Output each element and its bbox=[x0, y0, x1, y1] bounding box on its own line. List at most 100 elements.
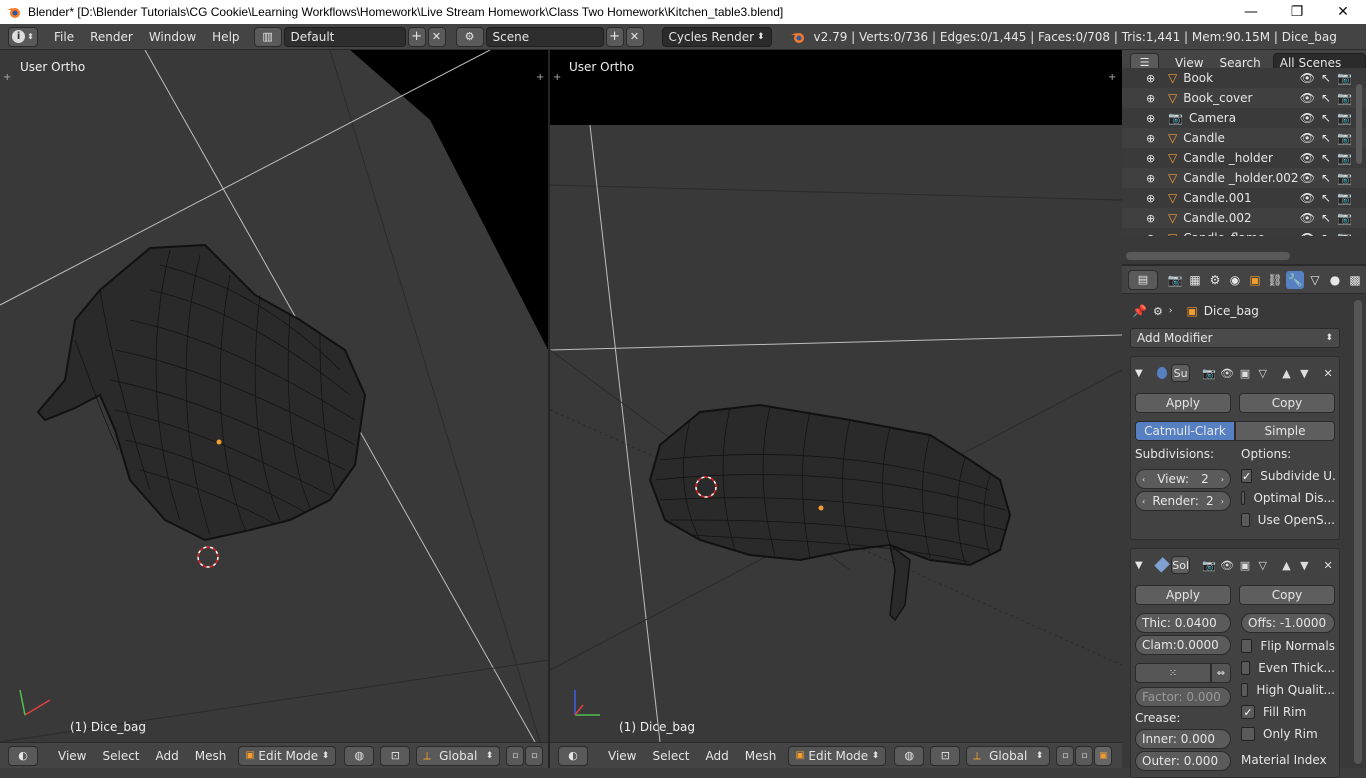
outliner-vertical-scrollbar[interactable] bbox=[1356, 84, 1362, 164]
outliner-row[interactable]: ⊕ ▽ Candle _holder 👁 ↖ 📷 bbox=[1122, 148, 1366, 168]
menu-file[interactable]: File bbox=[46, 30, 82, 44]
checkbox[interactable]: ✓ bbox=[1241, 705, 1255, 719]
properties-expand-icon[interactable]: + bbox=[536, 72, 544, 83]
viewport-shading-dropdown[interactable]: ◍ bbox=[894, 745, 925, 766]
layout-name-field[interactable]: Default bbox=[283, 26, 406, 47]
menu-help[interactable]: Help bbox=[204, 30, 247, 44]
cursor-select-icon[interactable]: ↖ bbox=[1321, 151, 1331, 165]
move-down-icon[interactable]: ▼ bbox=[1297, 365, 1311, 381]
collapse-triangle-icon[interactable]: ▼ bbox=[1135, 560, 1143, 571]
move-down-icon[interactable]: ▼ bbox=[1297, 557, 1311, 573]
cursor-select-icon[interactable]: ↖ bbox=[1321, 111, 1331, 125]
eye-icon[interactable]: 👁 bbox=[1300, 191, 1315, 205]
option-checkbox-row[interactable]: Use OpenS... bbox=[1241, 509, 1335, 531]
3d-viewport-right[interactable]: User Ortho (1) Dice_bag + + bbox=[550, 50, 1122, 742]
transform-orientation-dropdown[interactable]: ⟂ Global ⬍ bbox=[966, 745, 1051, 766]
layout-selector-button[interactable]: ▥ bbox=[253, 26, 282, 47]
maximize-button[interactable]: ❐ bbox=[1274, 0, 1320, 24]
thickness-field[interactable]: Thic: 0.0400 bbox=[1135, 613, 1231, 633]
clamp-field[interactable]: Clam:0.0000 bbox=[1135, 635, 1231, 655]
copy-button[interactable]: Copy bbox=[1239, 585, 1335, 605]
properties-expand-icon[interactable]: + bbox=[1108, 72, 1116, 83]
object-tab-icon[interactable]: ▣ bbox=[1246, 271, 1264, 289]
eye-icon[interactable]: 👁 bbox=[1300, 231, 1315, 236]
menu-select[interactable]: Select bbox=[644, 749, 697, 763]
eye-icon[interactable]: 👁 bbox=[1300, 151, 1315, 165]
cursor-select-icon[interactable]: ↖ bbox=[1321, 231, 1331, 236]
view-levels-field[interactable]: ‹ View: 2 › bbox=[1135, 469, 1231, 489]
checkbox[interactable] bbox=[1241, 513, 1250, 527]
expand-plus-icon[interactable]: ⊕ bbox=[1146, 92, 1155, 105]
edge-select-button[interactable]: ▫ bbox=[1075, 745, 1094, 766]
close-icon[interactable]: ✕ bbox=[1321, 557, 1335, 573]
option-checkbox-row[interactable]: High Qualit... bbox=[1241, 679, 1335, 701]
camera-render-icon[interactable]: 📷 bbox=[1337, 211, 1352, 225]
modifier-name-field[interactable]: Sol bbox=[1171, 556, 1191, 574]
properties-editor-type-button[interactable]: ▤ bbox=[1128, 269, 1158, 290]
viewport-shading-dropdown[interactable]: ◍ bbox=[344, 745, 375, 766]
checkbox[interactable] bbox=[1241, 661, 1251, 675]
add-scene-button[interactable]: + bbox=[605, 26, 624, 47]
outliner-row[interactable]: ⊕ ▽ Candle.002 👁 ↖ 📷 bbox=[1122, 208, 1366, 228]
menu-view[interactable]: View bbox=[600, 749, 644, 763]
add-layout-button[interactable]: + bbox=[407, 26, 426, 47]
camera-render-icon[interactable]: 📷 bbox=[1337, 191, 1352, 205]
checkbox[interactable] bbox=[1241, 491, 1246, 505]
scene-name-field[interactable]: Scene bbox=[485, 26, 604, 47]
eye-icon[interactable]: 👁 bbox=[1300, 91, 1315, 105]
camera-render-icon[interactable]: 📷 bbox=[1337, 231, 1352, 236]
expand-plus-icon[interactable]: ⊕ bbox=[1146, 132, 1155, 145]
outliner-row[interactable]: ⊕ ▽ Book_cover 👁 ↖ 📷 bbox=[1122, 88, 1366, 108]
3d-viewport-left[interactable]: User Ortho (1) Dice_bag + + bbox=[0, 50, 548, 742]
scene-selector-button[interactable]: ⚙ bbox=[455, 26, 484, 47]
remove-scene-button[interactable]: ✕ bbox=[625, 26, 644, 47]
move-up-icon[interactable]: ▲ bbox=[1280, 557, 1294, 573]
inner-crease-field[interactable]: Inner: 0.000 bbox=[1135, 729, 1231, 749]
expand-plus-icon[interactable]: ⊕ bbox=[1146, 172, 1155, 185]
cursor-select-icon[interactable]: ↖ bbox=[1321, 131, 1331, 145]
option-checkbox-row[interactable]: Optimal Dis... bbox=[1241, 487, 1335, 509]
camera-render-icon[interactable]: 📷 bbox=[1337, 151, 1352, 165]
menu-window[interactable]: Window bbox=[141, 30, 204, 44]
pivot-point-dropdown[interactable]: ⊡ bbox=[930, 745, 961, 766]
checkbox[interactable] bbox=[1241, 683, 1249, 697]
catmull-clark-toggle[interactable]: Catmull-Clark bbox=[1135, 421, 1235, 441]
option-checkbox-row[interactable]: ✓ Fill Rim bbox=[1241, 701, 1335, 723]
cursor-select-icon[interactable]: ↖ bbox=[1321, 71, 1331, 85]
modifier-name-field[interactable]: Su bbox=[1171, 364, 1191, 382]
option-checkbox-row[interactable]: ✓ Subdivide U... bbox=[1241, 465, 1335, 487]
cursor-select-icon[interactable]: ↖ bbox=[1321, 211, 1331, 225]
apply-button[interactable]: Apply bbox=[1135, 585, 1231, 605]
expand-plus-icon[interactable]: ⊕ bbox=[1146, 212, 1155, 225]
close-window-button[interactable]: ✕ bbox=[1320, 0, 1366, 24]
transform-orientation-dropdown[interactable]: ⟂ Global ⬍ bbox=[416, 745, 501, 766]
mode-dropdown[interactable]: ▣ Edit Mode ⬍ bbox=[238, 745, 337, 766]
expand-plus-icon[interactable]: ⊕ bbox=[1146, 192, 1155, 205]
simple-toggle[interactable]: Simple bbox=[1235, 421, 1335, 441]
outliner-row[interactable]: ⊕ ▽ Candle.001 👁 ↖ 📷 bbox=[1122, 188, 1366, 208]
edge-select-button[interactable]: ▫ bbox=[525, 745, 544, 766]
properties-vertical-scrollbar[interactable] bbox=[1354, 300, 1362, 764]
checkbox[interactable] bbox=[1241, 639, 1253, 653]
outliner-row[interactable]: ⊕ 📷 Camera 👁 ↖ 📷 bbox=[1122, 108, 1366, 128]
minimize-button[interactable]: — bbox=[1228, 0, 1274, 24]
mode-dropdown[interactable]: ▣ Edit Mode ⬍ bbox=[788, 745, 887, 766]
copy-button[interactable]: Copy bbox=[1239, 393, 1335, 413]
editor-type-info-button[interactable]: i ⬍ bbox=[8, 26, 38, 47]
menu-view[interactable]: View bbox=[50, 749, 94, 763]
toolbar-expand-icon[interactable]: + bbox=[553, 72, 561, 83]
eye-icon[interactable]: 👁 bbox=[1300, 171, 1315, 185]
constraints-tab-icon[interactable]: ⛓ bbox=[1266, 271, 1284, 289]
cursor-select-icon[interactable]: ↖ bbox=[1321, 91, 1331, 105]
outliner-row[interactable]: ⊕ ▽ Candle_flame👁 ↖ 📷 bbox=[1122, 228, 1366, 236]
data-tab-icon[interactable]: ▽ bbox=[1306, 271, 1324, 289]
expand-plus-icon[interactable]: ⊕ bbox=[1146, 72, 1155, 85]
outer-crease-field[interactable]: Outer: 0.000 bbox=[1135, 751, 1231, 771]
checkbox[interactable]: ✓ bbox=[1241, 469, 1253, 483]
toolbar-expand-icon[interactable]: + bbox=[3, 72, 11, 83]
outliner-row[interactable]: ⊕ ▽ Book 👁 ↖ 📷 bbox=[1122, 68, 1366, 88]
eye-icon[interactable]: 👁 bbox=[1300, 71, 1315, 85]
camera-render-icon[interactable]: 📷 bbox=[1337, 131, 1352, 145]
outliner-row[interactable]: ⊕ ▽ Candle 👁 ↖ 📷 bbox=[1122, 128, 1366, 148]
render-toggle-icon[interactable]: 📷 bbox=[1202, 365, 1216, 381]
